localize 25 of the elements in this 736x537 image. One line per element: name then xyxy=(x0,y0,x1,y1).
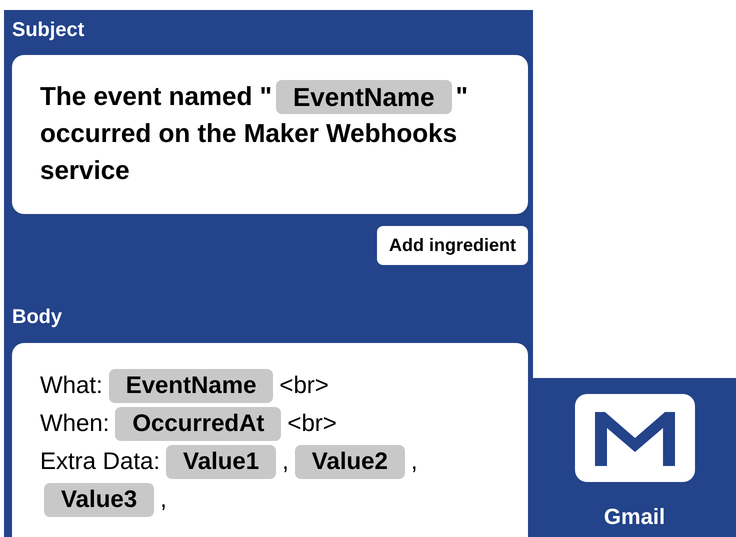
field-text: occurred on the Maker Webhooks service xyxy=(40,117,458,187)
ingredient-tag[interactable]: Value3 xyxy=(44,483,154,517)
ingredient-tag[interactable]: EventName xyxy=(276,80,452,114)
field-text: , xyxy=(160,485,167,515)
subject-label: Subject xyxy=(12,18,84,42)
subject-field[interactable]: The event named " EventName " occurred on the Maker Webhooks service xyxy=(12,55,528,214)
ingredient-tag[interactable]: Value2 xyxy=(294,445,405,479)
field-text: What: xyxy=(40,371,103,401)
body-field[interactable]: What: EventName <br> When: OccurredAt <br> Extra Data: Value1 , Value2 , Value3 , xyxy=(12,343,528,537)
service-tile[interactable]: Gmail xyxy=(533,378,736,537)
service-name: Gmail xyxy=(604,504,666,530)
field-text: When: xyxy=(40,409,110,439)
ingredient-tag[interactable]: EventName xyxy=(108,369,274,403)
field-text: , xyxy=(282,447,289,477)
ingredient-tag[interactable]: Value1 xyxy=(166,445,276,479)
field-text: The event named " xyxy=(40,80,272,113)
ingredient-tag[interactable]: OccurredAt xyxy=(115,407,282,441)
mail-icon xyxy=(574,394,694,482)
body-label: Body xyxy=(12,305,62,329)
field-text: " xyxy=(456,80,468,113)
field-text: <br> xyxy=(287,409,337,439)
field-text: <br> xyxy=(279,371,329,401)
field-text: , xyxy=(410,447,418,477)
add-ingredient-button[interactable]: Add ingredient xyxy=(377,226,528,265)
field-text: Extra Data: xyxy=(40,447,160,477)
